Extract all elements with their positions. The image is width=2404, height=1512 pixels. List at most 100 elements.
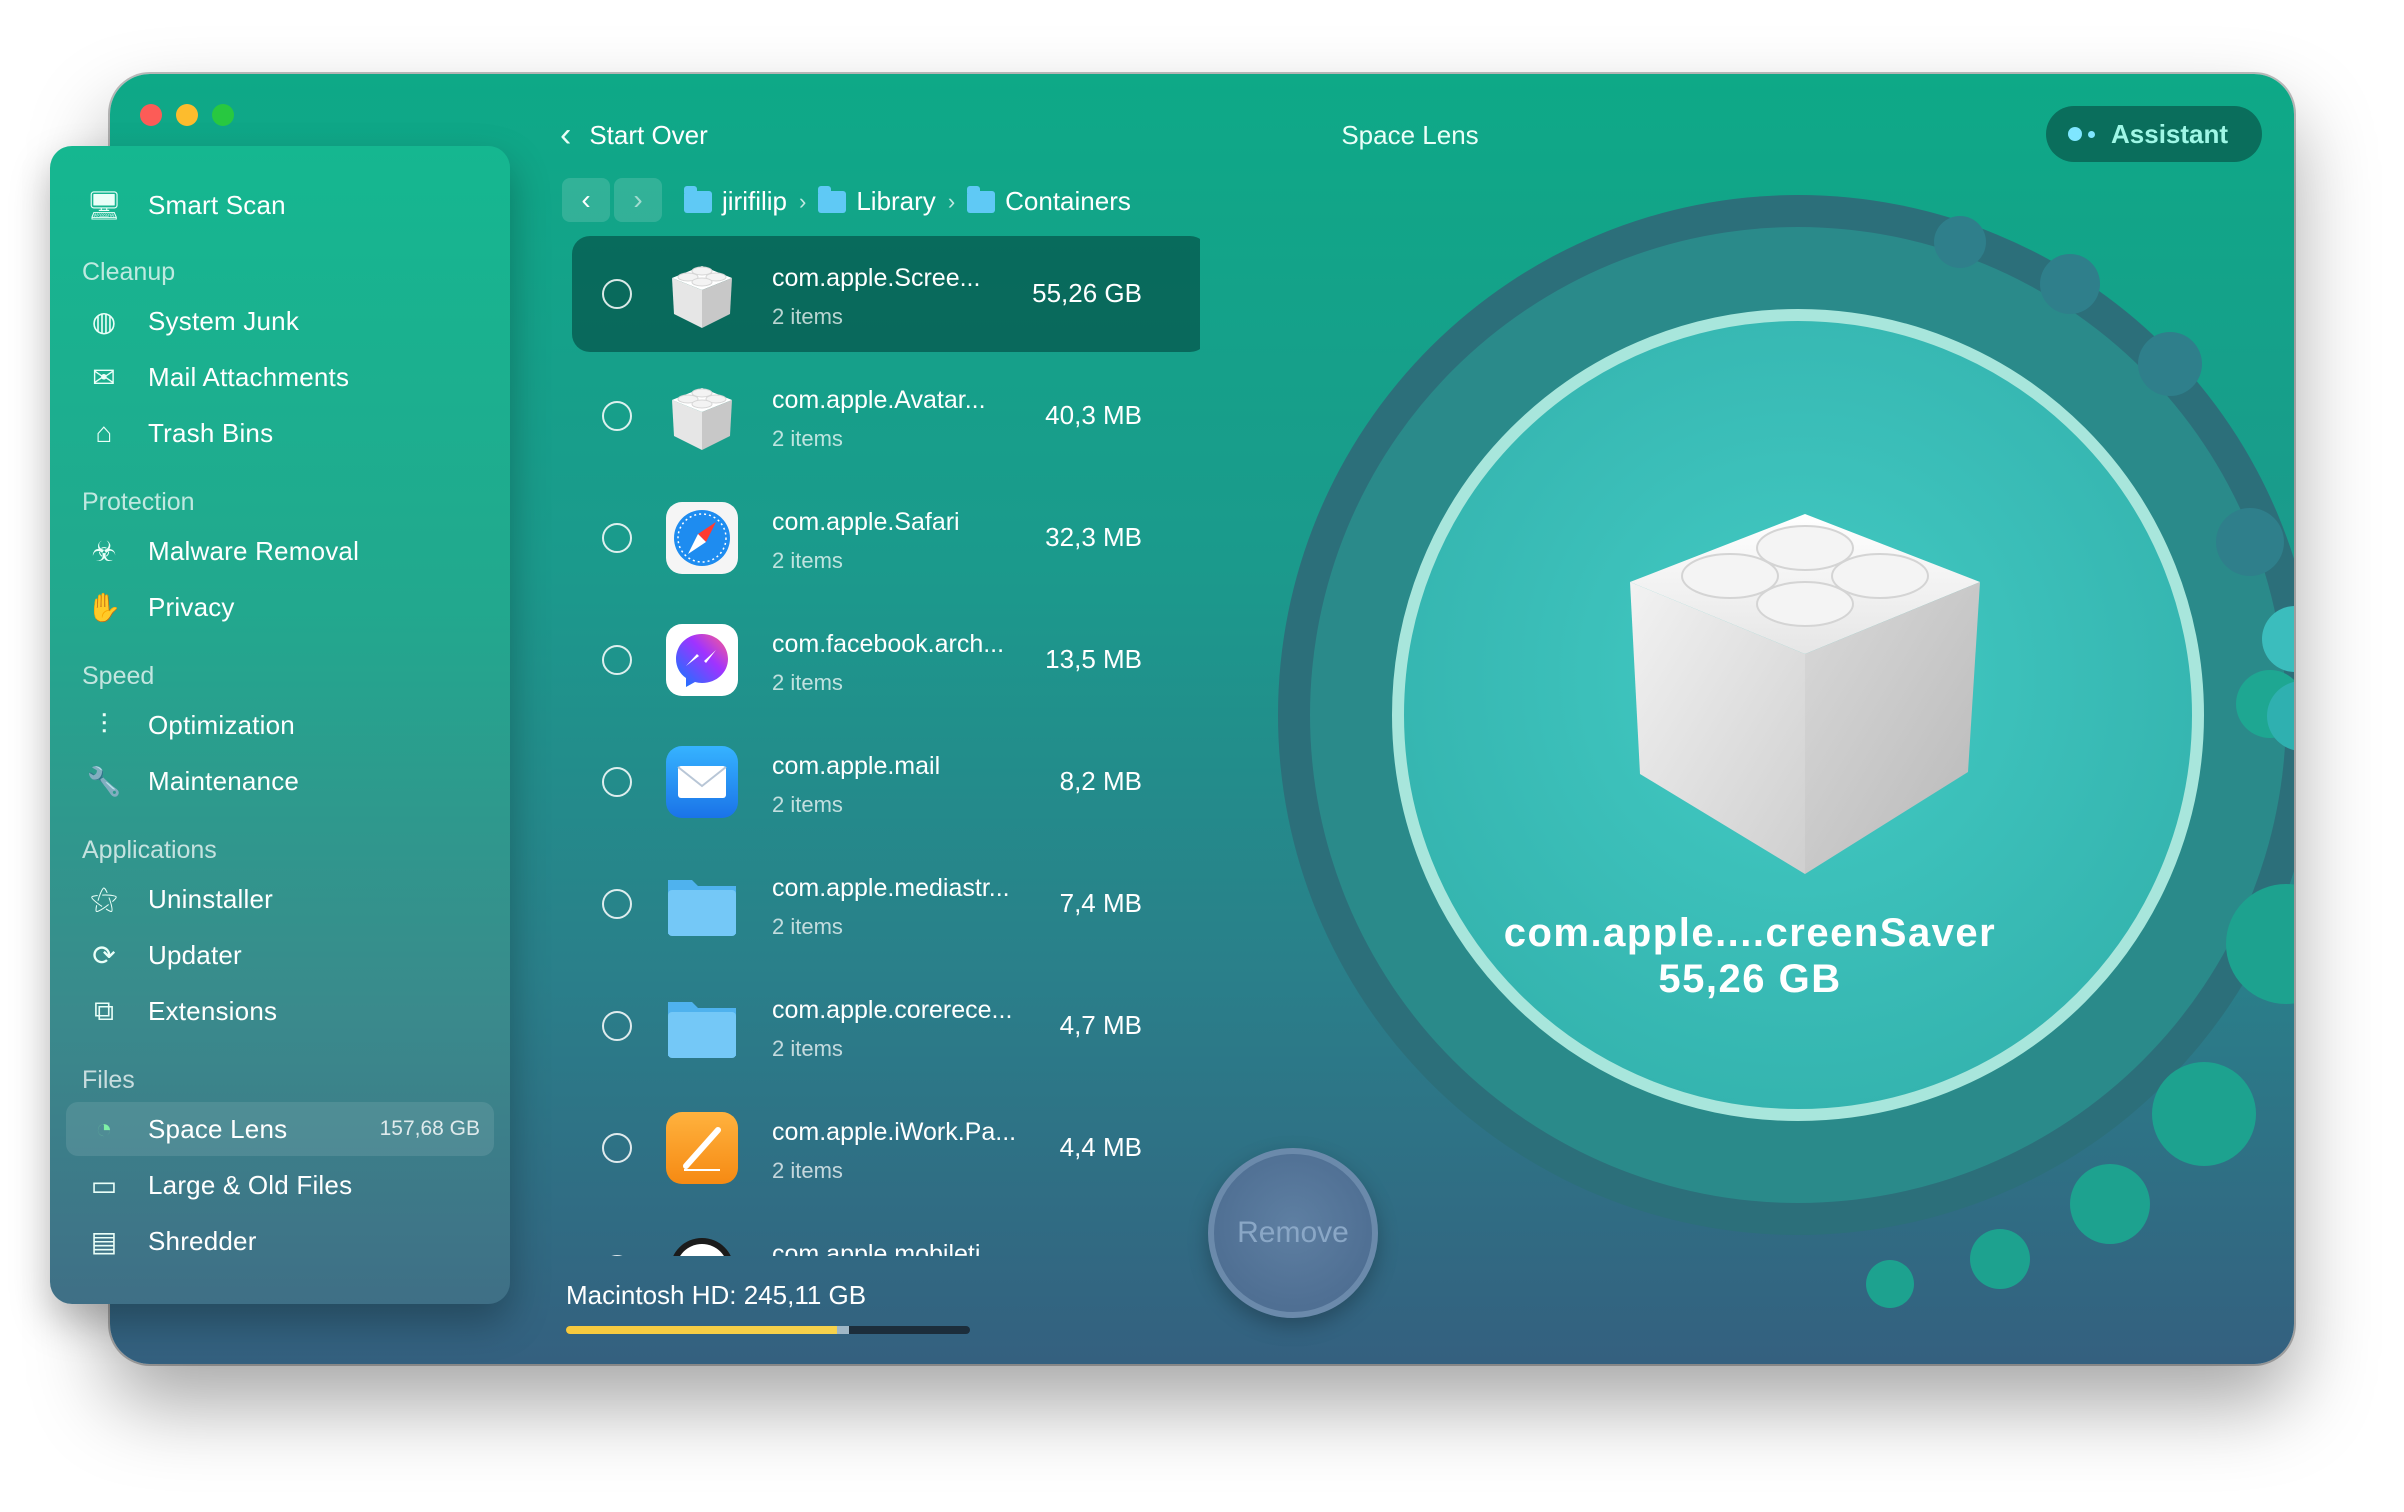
select-checkbox[interactable]	[602, 279, 632, 309]
select-checkbox[interactable]	[602, 1255, 632, 1256]
folder-icon	[967, 185, 996, 213]
mail-icon: ✉	[92, 361, 116, 393]
disk-usage-bar	[566, 1326, 970, 1334]
sidebar-item-shredder[interactable]: ▤ Shredder	[66, 1214, 494, 1268]
select-checkbox[interactable]	[602, 523, 632, 553]
sidebar-item-privacy[interactable]: ✋ Privacy	[66, 580, 494, 634]
wrench-icon: 🔧	[86, 765, 122, 797]
item-size: 7,4 MB	[1059, 888, 1142, 918]
list-item[interactable]: com.apple.mediastr... 2 items 7,4 MB	[572, 846, 1200, 962]
sidebar-item-malware-removal[interactable]: ☣ Malware Removal	[66, 524, 494, 578]
breadcrumb-item-library[interactable]: Library	[856, 186, 935, 217]
select-checkbox[interactable]	[602, 1011, 632, 1041]
trash-icon: ⌂	[95, 417, 113, 448]
sidebar-item-space-lens[interactable]: ◔ Space Lens 157,68 GB	[66, 1102, 494, 1156]
remove-button[interactable]: Remove	[1208, 1148, 1378, 1318]
lens-selection-label: com.apple....creenSaver 55,26 GB	[1450, 910, 2050, 1002]
forward-button[interactable]: ›	[614, 178, 662, 222]
item-name: com.apple.mediastr...	[772, 874, 1010, 902]
list-item[interactable]: com.apple.Safari 2 items 32,3 MB	[572, 480, 1200, 596]
sidebar-item-updater[interactable]: ⟳ Updater	[66, 928, 494, 982]
list-item[interactable]: com.apple.Avatar... 2 items 40,3 MB	[572, 358, 1200, 474]
sidebar-item-system-junk[interactable]: ◍ System Junk	[66, 294, 494, 348]
sidebar-section-title: Protection	[82, 488, 195, 516]
list-item[interactable]: com.apple.mail 2 items 8,2 MB	[572, 724, 1200, 840]
lens-item-size: 55,26 GB	[1658, 957, 1842, 1001]
item-size: 8,2 MB	[1059, 766, 1142, 796]
lens-item-name: com.apple....creenSaver	[1503, 911, 1997, 955]
sidebar-item-label: Shredder	[148, 1225, 257, 1256]
window-controls	[140, 104, 234, 126]
sidebar-item-extensions[interactable]: ⧉ Extensions	[66, 984, 494, 1038]
assistant-button[interactable]: Assistant	[2046, 106, 2262, 162]
item-name: com.apple.iWork.Pa...	[772, 1118, 1017, 1146]
folder-icon: ▭	[90, 1169, 118, 1201]
item-count: 2 items	[772, 914, 843, 939]
chevron-right-icon: ›	[633, 184, 643, 215]
file-list[interactable]: com.apple.Scree... 2 items 55,26 GB com.app…	[560, 236, 1200, 1256]
item-name: com.facebook.arch...	[772, 630, 1005, 658]
chevron-right-icon: ›	[799, 188, 807, 214]
list-item[interactable]: com.facebook.arch... 2 items 13,5 MB	[572, 602, 1200, 718]
disk-label: Macintosh HD: 245,11 GB	[566, 1280, 867, 1310]
breadcrumb-item-home[interactable]: jirifilip	[722, 186, 787, 217]
sidebar-item-label: Trash Bins	[148, 417, 274, 448]
pages-icon	[664, 1110, 740, 1186]
close-button[interactable]	[140, 104, 162, 126]
item-size: 4,7 MB	[1059, 1010, 1142, 1040]
select-checkbox[interactable]	[602, 401, 632, 431]
start-over-button[interactable]: ‹ Start Over	[560, 118, 708, 152]
sidebar-item-label: Large & Old Files	[148, 1169, 353, 1200]
select-checkbox[interactable]	[602, 645, 632, 675]
zoom-button[interactable]	[212, 104, 234, 126]
sidebar-item-label: Smart Scan	[148, 189, 286, 220]
select-checkbox[interactable]	[602, 1133, 632, 1163]
page-title: Space Lens	[1341, 120, 1479, 150]
updater-icon: ⟳	[92, 939, 116, 971]
start-over-label: Start Over	[589, 119, 708, 150]
monitor-icon: 🖥	[86, 189, 122, 221]
assistant-dots-icon	[2068, 127, 2095, 141]
sidebar-item-large-old-files[interactable]: ▭ Large & Old Files	[66, 1158, 494, 1212]
minimize-button[interactable]	[176, 104, 198, 126]
select-checkbox[interactable]	[602, 889, 632, 919]
breadcrumb: jirifilip › Library › Containers	[684, 185, 1131, 217]
sidebar-item-label: Privacy	[148, 591, 235, 622]
item-size: 32,3 MB	[1045, 522, 1142, 552]
sidebar-item-maintenance[interactable]: 🔧 Maintenance	[66, 754, 494, 808]
item-name: com.apple.mail	[772, 752, 941, 780]
sidebar-section-title: Cleanup	[82, 258, 176, 286]
space-lens-visual[interactable]	[1240, 184, 2294, 1334]
item-count: 2 items	[772, 304, 843, 329]
lego-brick-icon	[664, 378, 740, 454]
sidebar: 🖥 Smart Scan Cleanup ◍ System Junk ✉ Mail Atta…	[50, 146, 510, 1304]
item-count: 2 items	[772, 548, 843, 573]
item-size: 4,4 MB	[1059, 1132, 1142, 1162]
breadcrumb-item-containers[interactable]: Containers	[1005, 186, 1131, 217]
sidebar-item-label: Malware Removal	[148, 535, 360, 566]
disk-usage-marker	[836, 1326, 849, 1334]
list-item[interactable]: com.apple.mobileti...	[572, 1212, 1200, 1256]
item-count: 2 items	[772, 1158, 843, 1183]
disk-usage-fill	[566, 1326, 849, 1334]
item-name: com.apple.Scree...	[772, 264, 981, 292]
sidebar-item-uninstaller[interactable]: ⚝ Uninstaller	[66, 872, 494, 926]
sidebar-item-label: Extensions	[148, 995, 278, 1026]
list-item[interactable]: com.apple.Scree... 2 items 55,26 GB	[572, 236, 1200, 352]
assistant-label: Assistant	[2111, 118, 2229, 149]
back-button[interactable]: ‹	[562, 178, 610, 222]
folder-icon	[664, 988, 740, 1064]
select-checkbox[interactable]	[602, 767, 632, 797]
sidebar-item-label: Updater	[148, 939, 242, 970]
sidebar-item-label: System Junk	[148, 305, 300, 336]
uninstaller-icon: ⚝	[90, 882, 118, 914]
sidebar-section-title: Applications	[82, 836, 217, 864]
history-nav: ‹ ›	[562, 178, 662, 222]
sidebar-item-trash-bins[interactable]: ⌂ Trash Bins	[66, 406, 494, 460]
list-item[interactable]: com.apple.corerece... 2 items 4,7 MB	[572, 968, 1200, 1084]
sidebar-item-optimization[interactable]: ⫶ Optimization	[66, 698, 494, 752]
sidebar-item-label: Optimization	[148, 709, 295, 740]
list-item[interactable]: com.apple.iWork.Pa... 2 items 4,4 MB	[572, 1090, 1200, 1206]
sidebar-item-smart-scan[interactable]: 🖥 Smart Scan	[66, 178, 494, 232]
sidebar-item-mail-attachments[interactable]: ✉ Mail Attachments	[66, 350, 494, 404]
